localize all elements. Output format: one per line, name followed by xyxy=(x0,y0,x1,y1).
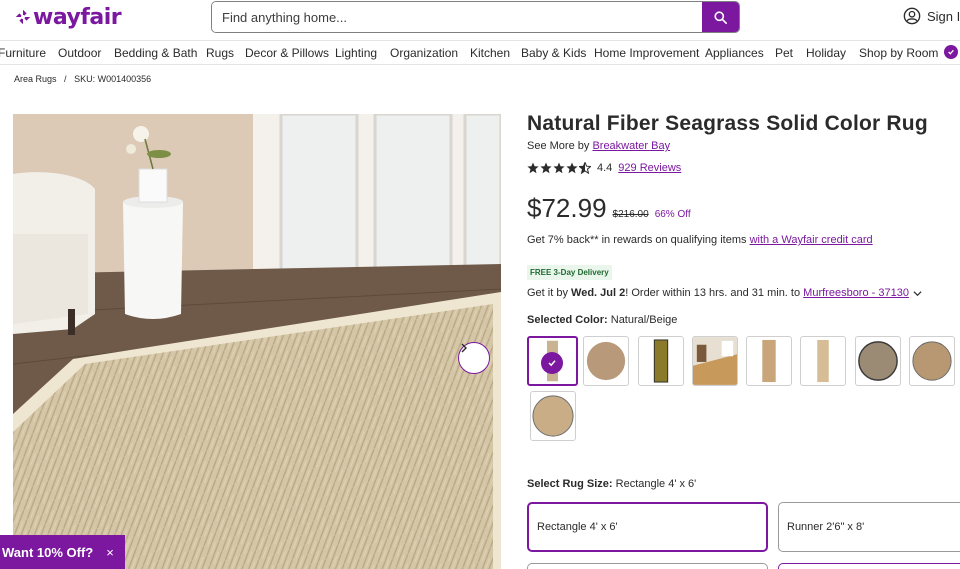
free-delivery-badge: FREE 3-Day Delivery xyxy=(527,265,612,280)
brand-link[interactable]: Breakwater Bay xyxy=(592,140,670,152)
reviews-link[interactable]: 929 Reviews xyxy=(618,162,681,174)
swatch-room-photo[interactable] xyxy=(692,336,738,386)
promo-label[interactable]: Want 10% Off? xyxy=(2,545,93,560)
site-header: wayfair Sign In xyxy=(0,0,960,40)
nav-item-holiday[interactable]: Holiday xyxy=(806,46,846,60)
selected-color-value: Natural/Beige xyxy=(610,314,678,326)
swatch-runner-tan[interactable] xyxy=(746,336,792,386)
search-bar xyxy=(211,1,740,33)
delivery-prefix: Get it by xyxy=(527,287,568,299)
search-button[interactable] xyxy=(702,2,739,32)
rewards-text: Get 7% back** in rewards on qualifying i… xyxy=(527,234,873,246)
star-full-icon xyxy=(553,162,565,174)
star-full-icon xyxy=(566,162,578,174)
rewards-copy: Get 7% back** in rewards on qualifying i… xyxy=(527,234,747,246)
size-option-label: Runner 2'6" x 8' xyxy=(787,521,865,533)
swatch-round-sand[interactable] xyxy=(909,336,955,386)
swatch-round-gray[interactable] xyxy=(855,336,901,386)
nav-item-rugs[interactable]: Rugs xyxy=(206,46,234,60)
selected-size-value: Rectangle 4' x 6' xyxy=(615,478,697,490)
delivery-location-link[interactable]: Murfreesboro - 37130 xyxy=(803,287,909,299)
star-half-icon xyxy=(579,162,591,174)
swatch-round-natural[interactable] xyxy=(530,391,576,441)
wayfair-logo[interactable]: wayfair xyxy=(14,3,122,31)
star-full-icon xyxy=(540,162,552,174)
nav-item-organization[interactable]: Organization xyxy=(390,46,458,60)
nav-item-appliances[interactable]: Appliances xyxy=(705,46,764,60)
promo-banner[interactable]: Want 10% Off? × xyxy=(0,535,125,569)
breadcrumb-area-rugs[interactable]: Area Rugs xyxy=(14,74,57,84)
wayfair-pinwheel-icon xyxy=(15,9,31,25)
search-input[interactable] xyxy=(212,2,702,32)
breadcrumb: Area Rugs / SKU: W001400356 xyxy=(14,74,156,84)
brand-name: wayfair xyxy=(33,4,122,30)
product-image[interactable] xyxy=(13,114,501,569)
rating-value: 4.4 xyxy=(597,162,613,174)
size-label-title: Select Rug Size: xyxy=(527,478,613,490)
promo-close-button[interactable]: × xyxy=(106,545,114,560)
swatch-round-tan[interactable] xyxy=(583,336,629,386)
nav-item-furniture[interactable]: Furniture xyxy=(0,46,46,60)
sign-in-label: Sign In xyxy=(927,8,960,24)
sign-in-link[interactable]: Sign In xyxy=(903,7,960,25)
color-swatches xyxy=(527,336,957,446)
size-option-runner[interactable]: Runner 2'6" x 8' xyxy=(778,502,960,552)
see-more-by: See More by Breakwater Bay xyxy=(527,140,670,152)
nav-item-home-improvement[interactable]: Home Improvement xyxy=(594,46,699,60)
breadcrumb-sku: SKU: W001400356 xyxy=(74,74,152,84)
nav-item-pet[interactable]: Pet xyxy=(775,46,793,60)
size-option-partial[interactable] xyxy=(527,563,768,569)
nav-item-baby-kids[interactable]: Baby & Kids xyxy=(521,46,586,60)
credit-card-link[interactable]: with a Wayfair credit card xyxy=(750,234,873,246)
discount-label: 66% Off xyxy=(654,209,691,220)
selected-color-label: Selected Color: xyxy=(527,314,608,326)
delivery-estimate: Get it by Wed. Jul 2! Order within 13 hr… xyxy=(527,287,922,299)
nav-item-kitchen[interactable]: Kitchen xyxy=(470,46,510,60)
star-full-icon xyxy=(527,162,539,174)
swatch-runner-light[interactable] xyxy=(800,336,846,386)
was-price: $216.00 xyxy=(612,209,649,220)
rating-row: 4.4 929 Reviews xyxy=(527,162,681,174)
see-more-prefix: See More by xyxy=(527,140,590,152)
rug-room-photo xyxy=(13,114,501,569)
chevron-down-icon[interactable] xyxy=(913,289,922,298)
next-image-button[interactable] xyxy=(458,342,490,374)
nav-item-bedding-bath[interactable]: Bedding & Bath xyxy=(114,46,197,60)
rug-size-label: Select Rug Size: Rectangle 4' x 6' xyxy=(527,478,696,490)
size-option-partial[interactable] xyxy=(778,563,960,569)
size-option-rectangle-4x6[interactable]: Rectangle 4' x 6' xyxy=(527,502,768,552)
rating-stars xyxy=(527,162,592,174)
nav-item-outdoor[interactable]: Outdoor xyxy=(58,46,101,60)
verified-check-icon[interactable] xyxy=(944,45,958,59)
swatch-runner-olive[interactable] xyxy=(638,336,684,386)
user-circle-icon xyxy=(903,7,921,25)
category-nav: Furniture Outdoor Bedding & Bath Rugs De… xyxy=(0,40,960,65)
price-row: $72.99 $216.00 66% Off xyxy=(527,193,691,224)
size-option-label: Rectangle 4' x 6' xyxy=(537,521,618,533)
product-title: Natural Fiber Seagrass Solid Color Rug xyxy=(527,112,928,135)
selected-color: Selected Color: Natural/Beige xyxy=(527,314,677,326)
delivery-suffix: ! Order within 13 hrs. and 31 min. to xyxy=(625,287,801,299)
sale-price: $72.99 xyxy=(527,193,607,223)
swatch-natural-beige[interactable] xyxy=(527,336,578,386)
nav-item-decor-pillows[interactable]: Decor & Pillows xyxy=(245,46,329,60)
check-icon xyxy=(541,352,563,374)
breadcrumb-separator: / xyxy=(64,74,67,84)
chevron-right-icon xyxy=(461,343,467,353)
nav-item-shop-by-room[interactable]: Shop by Room xyxy=(859,46,938,60)
search-icon xyxy=(714,10,727,24)
delivery-date: Wed. Jul 2 xyxy=(571,287,626,299)
nav-item-lighting[interactable]: Lighting xyxy=(335,46,377,60)
